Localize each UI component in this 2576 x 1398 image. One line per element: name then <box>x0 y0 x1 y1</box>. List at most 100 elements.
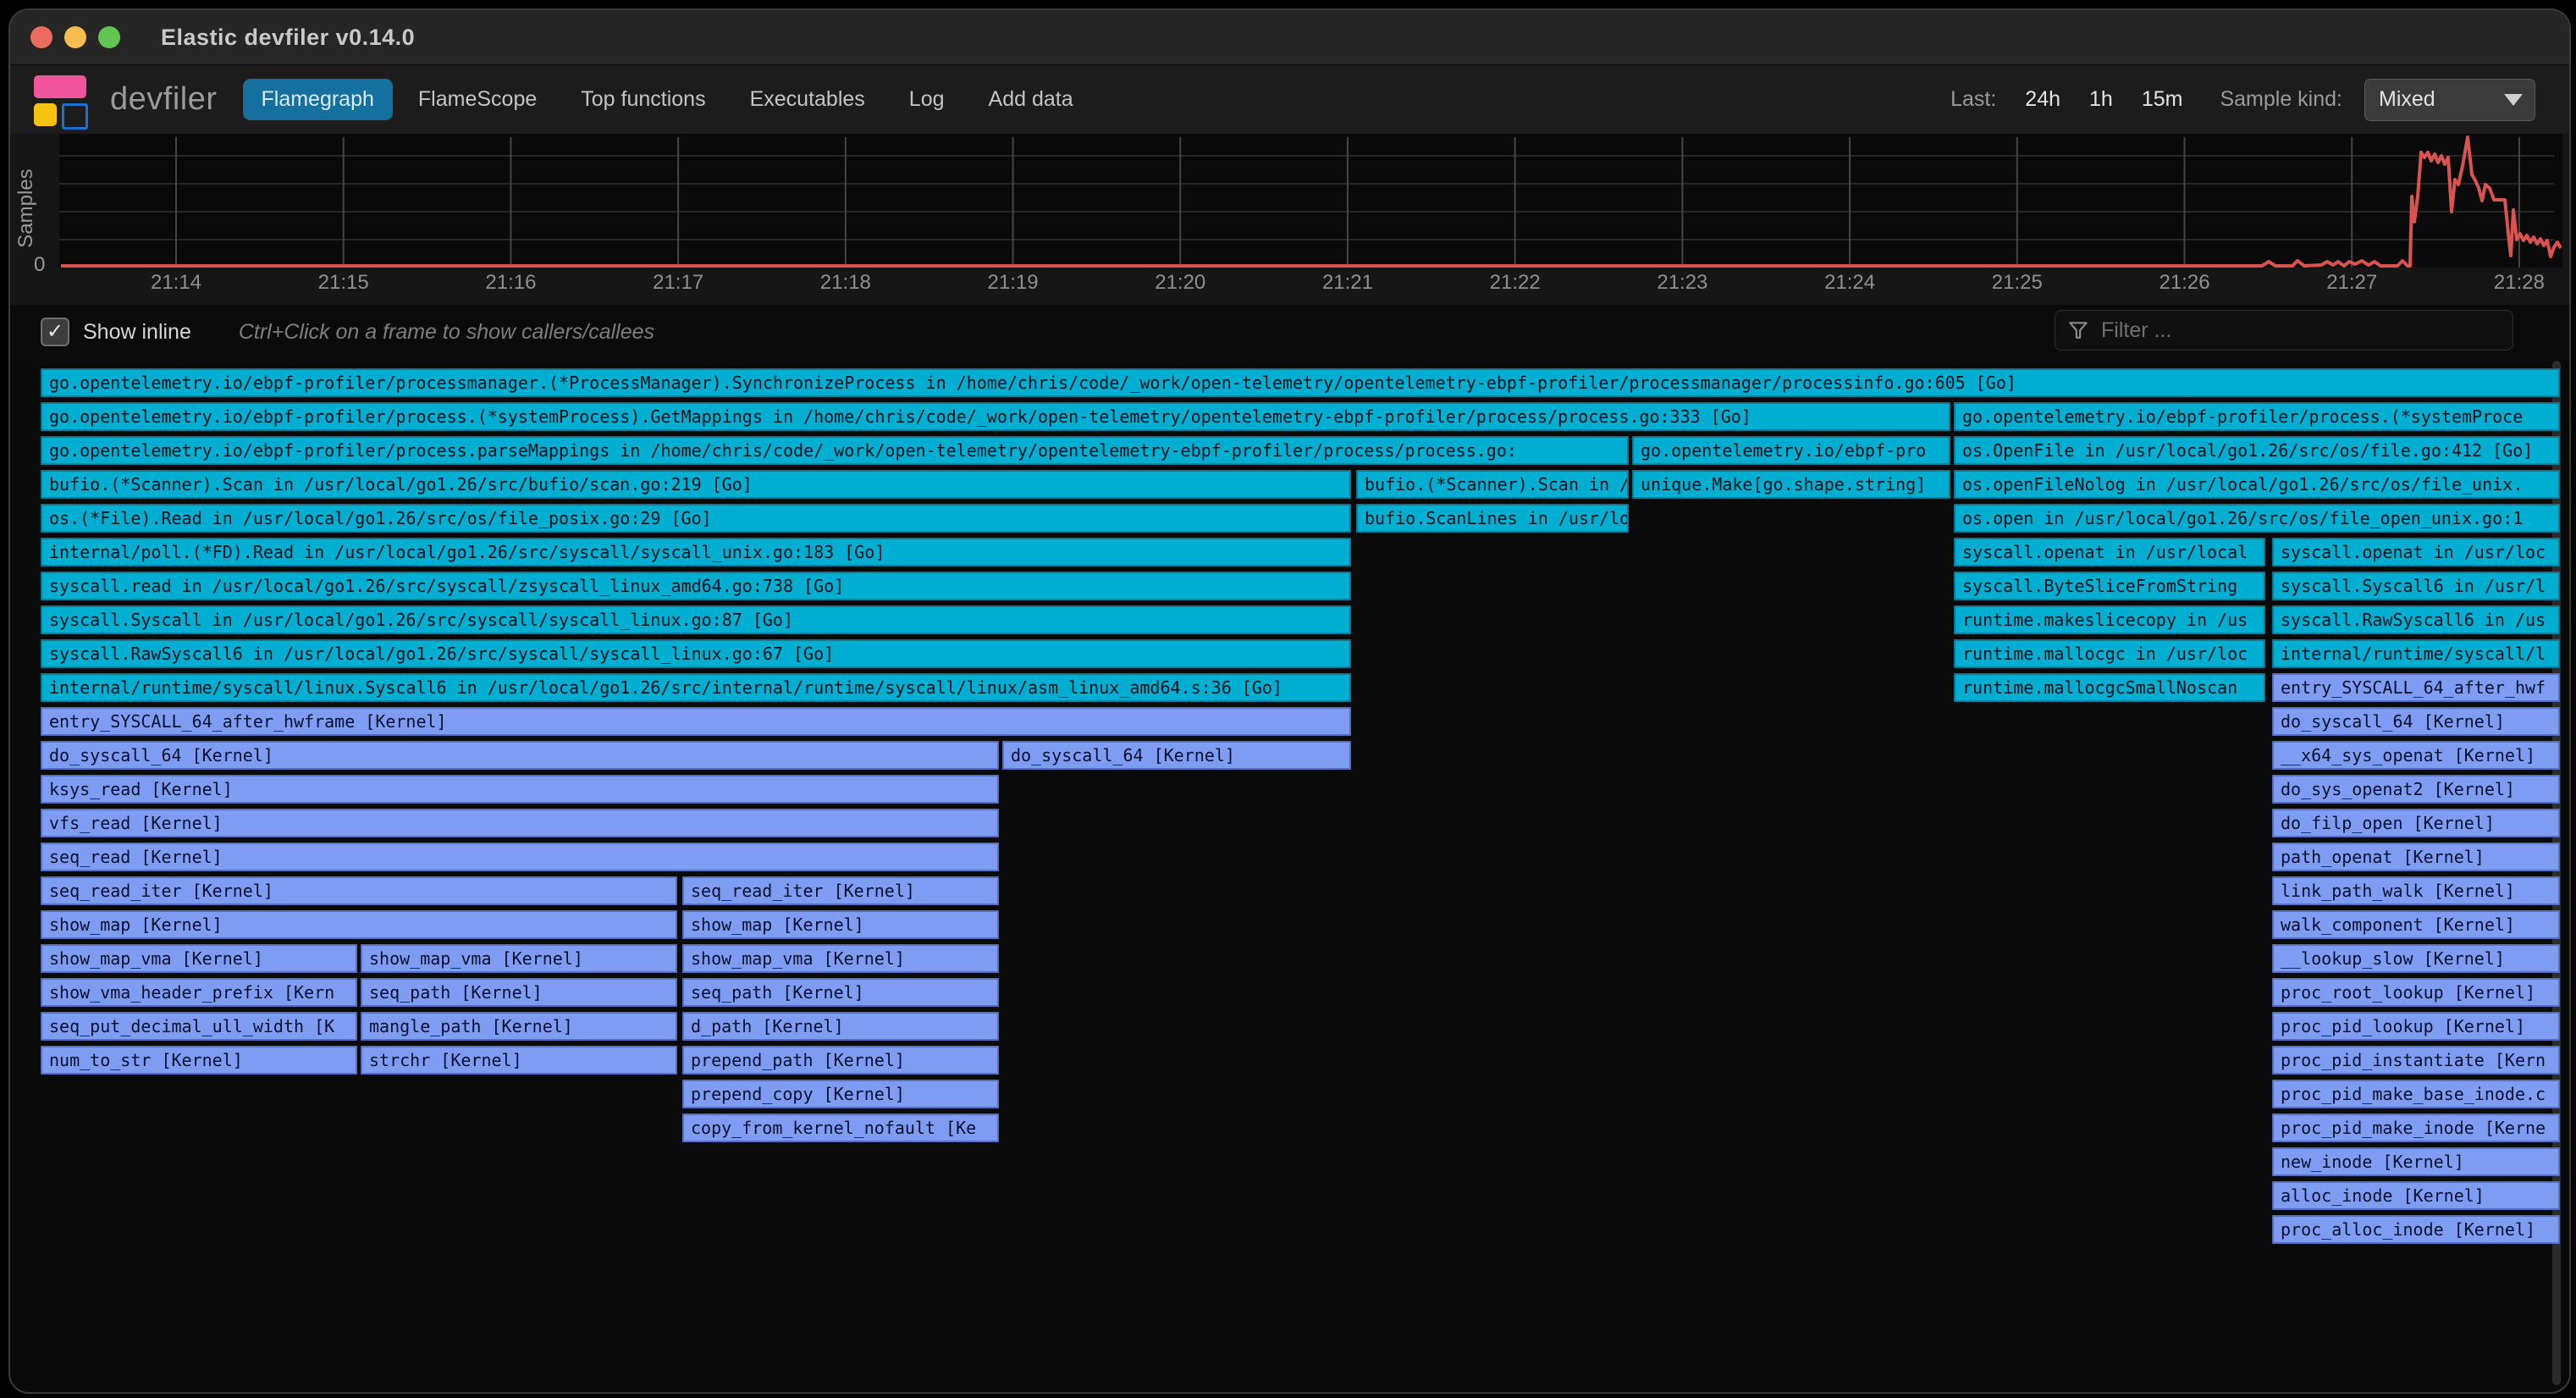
flame-frame[interactable]: internal/runtime/syscall/linux.Syscall6 … <box>41 673 1351 702</box>
flame-frame[interactable]: link_path_walk [Kernel] <box>2272 876 2560 905</box>
close-button[interactable] <box>30 26 52 48</box>
flame-frame[interactable]: __lookup_slow [Kernel] <box>2272 944 2560 973</box>
flame-frame[interactable]: syscall.RawSyscall6 in /usr/local/go1.26… <box>41 639 1351 668</box>
flame-frame[interactable]: mangle_path [Kernel] <box>361 1012 677 1041</box>
flame-frame[interactable]: walk_component [Kernel] <box>2272 910 2560 939</box>
flame-frame[interactable]: go.opentelemetry.io/ebpf-profiler/proces… <box>1954 402 2560 431</box>
y-axis-label: Samples <box>8 197 77 219</box>
flame-frame[interactable]: syscall.read in /usr/local/go1.26/src/sy… <box>41 572 1351 600</box>
tab-executables[interactable]: Executables <box>731 79 884 120</box>
zoom-button[interactable] <box>98 26 120 48</box>
flame-frame[interactable]: strchr [Kernel] <box>361 1046 677 1075</box>
sample-kind-label: Sample kind: <box>2220 87 2342 112</box>
minimize-button[interactable] <box>64 26 86 48</box>
flame-frame[interactable]: proc_pid_make_base_inode.c <box>2272 1080 2560 1108</box>
flame-frame[interactable]: proc_pid_instantiate [Kern <box>2272 1046 2560 1075</box>
samples-sparkline <box>10 134 2569 268</box>
flame-frame[interactable]: go.opentelemetry.io/ebpf-profiler/proces… <box>41 402 1950 431</box>
x-tick-label: 21:15 <box>293 271 394 295</box>
flame-frame[interactable]: show_map_vma [Kernel] <box>682 944 999 973</box>
tab-log[interactable]: Log <box>891 79 963 120</box>
flame-frame[interactable]: os.(*File).Read in /usr/local/go1.26/src… <box>41 504 1351 533</box>
flame-frame[interactable]: new_inode [Kernel] <box>2272 1147 2560 1176</box>
flame-frame[interactable]: bufio.(*Scanner).Scan in /usr/local/go1.… <box>41 470 1351 499</box>
flame-frame[interactable]: seq_path [Kernel] <box>361 978 677 1007</box>
tab-top-functions[interactable]: Top functions <box>562 79 724 120</box>
flame-frame[interactable]: runtime.mallocgcSmallNoscan <box>1954 673 2265 702</box>
flame-frame[interactable]: syscall.openat in /usr/local <box>1954 538 2265 566</box>
flame-frame[interactable]: seq_read_iter [Kernel] <box>682 876 999 905</box>
flame-frame[interactable]: show_map_vma [Kernel] <box>41 944 357 973</box>
flame-frame[interactable]: syscall.Syscall6 in /usr/l <box>2272 572 2560 600</box>
flame-frame[interactable]: internal/poll.(*FD).Read in /usr/local/g… <box>41 538 1351 566</box>
x-tick-label: 21:21 <box>1297 271 1398 295</box>
range-1h[interactable]: 1h <box>2089 87 2113 112</box>
x-tick-label: 21:23 <box>1631 271 1733 295</box>
flame-frame[interactable]: seq_put_decimal_ull_width [K <box>41 1012 357 1041</box>
flame-frame[interactable]: entry_SYSCALL_64_after_hwf <box>2272 673 2560 702</box>
show-inline-label[interactable]: Show inline <box>83 320 191 345</box>
flame-frame[interactable]: runtime.makeslicecopy in /us <box>1954 605 2265 634</box>
flame-frame[interactable]: seq_path [Kernel] <box>682 978 999 1007</box>
flame-frame[interactable]: syscall.Syscall in /usr/local/go1.26/src… <box>41 605 1351 634</box>
flame-frame[interactable]: show_map_vma [Kernel] <box>361 944 677 973</box>
flame-frame[interactable]: do_syscall_64 [Kernel] <box>41 741 999 770</box>
flame-frame[interactable]: do_syscall_64 [Kernel] <box>2272 707 2560 736</box>
flame-frame[interactable]: bufio.ScanLines in /usr/loca <box>1356 504 1629 533</box>
flame-frame[interactable]: ksys_read [Kernel] <box>41 775 999 804</box>
flame-frame[interactable]: bufio.(*Scanner).Scan in /us <box>1356 470 1629 499</box>
navbar: devfiler FlamegraphFlameScopeTop functio… <box>10 65 2569 134</box>
flame-frame[interactable]: os.open in /usr/local/go1.26/src/os/file… <box>1954 504 2560 533</box>
brand-name: devfiler <box>110 81 218 118</box>
flame-frame[interactable]: path_openat [Kernel] <box>2272 843 2560 871</box>
nav-tabs: FlamegraphFlameScopeTop functionsExecuta… <box>243 79 1092 120</box>
flame-frame[interactable]: do_sys_openat2 [Kernel] <box>2272 775 2560 804</box>
flame-frame[interactable]: __x64_sys_openat [Kernel] <box>2272 741 2560 770</box>
flame-frame[interactable]: entry_SYSCALL_64_after_hwframe [Kernel] <box>41 707 1351 736</box>
flame-frame[interactable]: do_syscall_64 [Kernel] <box>1002 741 1351 770</box>
flame-frame[interactable]: proc_pid_lookup [Kernel] <box>2272 1012 2560 1041</box>
flame-frame[interactable]: unique.Make[go.shape.string] <box>1632 470 1950 499</box>
flame-frame[interactable]: go.opentelemetry.io/ebpf-pro <box>1632 436 1950 465</box>
flame-frame[interactable]: seq_read_iter [Kernel] <box>41 876 677 905</box>
flame-frame[interactable]: syscall.ByteSliceFromString <box>1954 572 2265 600</box>
toolbar: ✓ Show inline Ctrl+Click on a frame to s… <box>10 305 2569 359</box>
flame-frame[interactable]: show_map [Kernel] <box>682 910 999 939</box>
range-15m[interactable]: 15m <box>2142 87 2183 112</box>
flame-frame[interactable]: prepend_path [Kernel] <box>682 1046 999 1075</box>
flame-frame[interactable]: vfs_read [Kernel] <box>41 809 999 837</box>
flame-frame[interactable]: syscall.RawSyscall6 in /us <box>2272 605 2560 634</box>
flame-frame[interactable]: seq_read [Kernel] <box>41 843 999 871</box>
show-inline-checkbox[interactable]: ✓ <box>41 318 69 346</box>
flame-frame[interactable]: do_filp_open [Kernel] <box>2272 809 2560 837</box>
sample-kind-select[interactable]: Mixed <box>2364 79 2535 121</box>
flame-frame[interactable]: copy_from_kernel_nofault [Ke <box>682 1113 999 1142</box>
x-tick-label: 21:19 <box>963 271 1064 295</box>
last-label: Last: <box>1950 87 1996 112</box>
flame-frame[interactable]: os.openFileNolog in /usr/local/go1.26/sr… <box>1954 470 2560 499</box>
flame-frame[interactable]: show_vma_header_prefix [Kern <box>41 978 357 1007</box>
flame-frame[interactable]: prepend_copy [Kernel] <box>682 1080 999 1108</box>
tab-flamegraph[interactable]: Flamegraph <box>243 79 393 120</box>
flame-frame[interactable]: syscall.openat in /usr/loc <box>2272 538 2560 566</box>
flame-frame[interactable]: show_map [Kernel] <box>41 910 677 939</box>
flame-frame[interactable]: internal/runtime/syscall/l <box>2272 639 2560 668</box>
tab-flamescope[interactable]: FlameScope <box>400 79 555 120</box>
flame-frame[interactable]: runtime.mallocgc in /usr/loc <box>1954 639 2265 668</box>
flame-frame[interactable]: proc_alloc_inode [Kernel] <box>2272 1215 2560 1244</box>
x-tick-label: 21:17 <box>627 271 729 295</box>
filter-input[interactable] <box>2099 318 2475 344</box>
flame-frame[interactable]: proc_pid_make_inode [Kerne <box>2272 1113 2560 1142</box>
flame-frame[interactable]: num_to_str [Kernel] <box>41 1046 357 1075</box>
x-tick-label: 21:18 <box>795 271 896 295</box>
flame-frame[interactable]: d_path [Kernel] <box>682 1012 999 1041</box>
tab-add-data[interactable]: Add data <box>970 79 1092 120</box>
nav-right: Last: 24h 1h 15m Sample kind: Mixed <box>1950 79 2535 121</box>
flame-frame[interactable]: go.opentelemetry.io/ebpf-profiler/proces… <box>41 436 1629 465</box>
flame-frame[interactable]: proc_root_lookup [Kernel] <box>2272 978 2560 1007</box>
range-24h[interactable]: 24h <box>2025 87 2060 112</box>
chevron-down-icon <box>2504 94 2523 106</box>
flame-frame[interactable]: os.OpenFile in /usr/local/go1.26/src/os/… <box>1954 436 2560 465</box>
flame-frame[interactable]: alloc_inode [Kernel] <box>2272 1181 2560 1210</box>
flame-frame[interactable]: go.opentelemetry.io/ebpf-profiler/proces… <box>41 368 2560 397</box>
